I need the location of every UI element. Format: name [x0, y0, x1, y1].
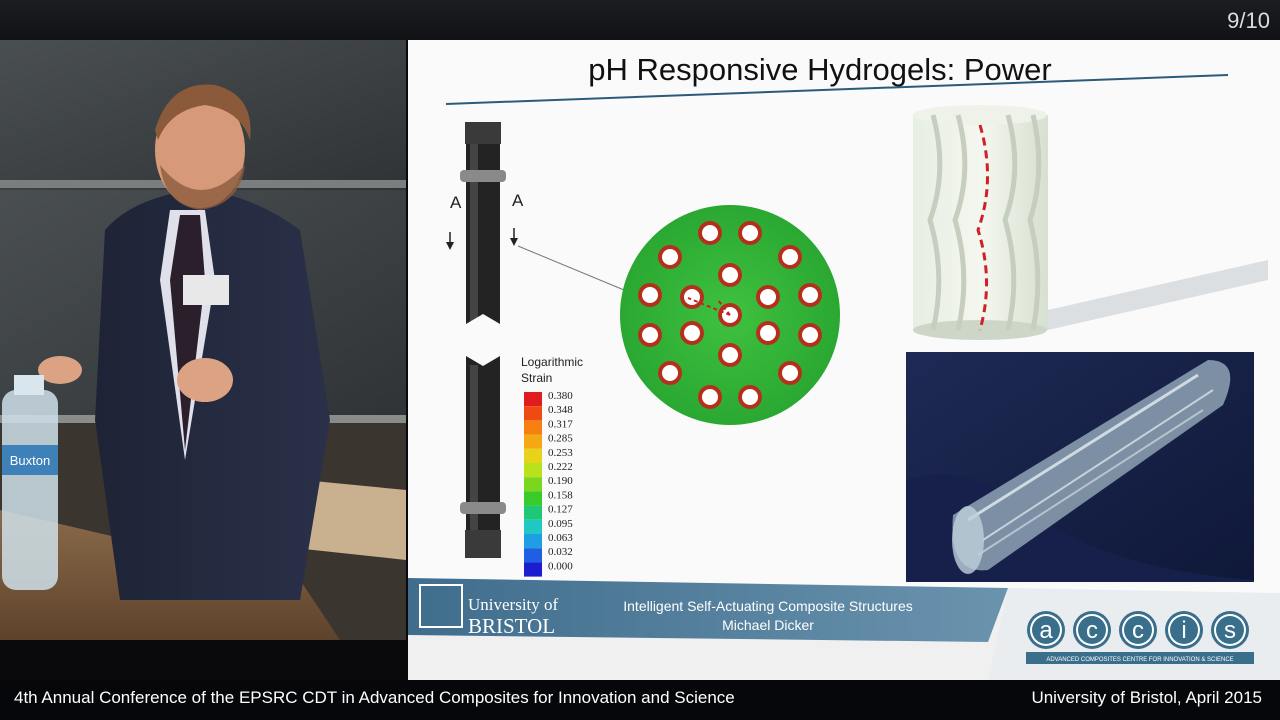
legend-swatch: [524, 448, 542, 463]
author-name: Michael Dicker: [722, 617, 814, 633]
venue-caption: University of Bristol, April 2015: [1031, 688, 1262, 707]
slide-counter: 9/10: [1227, 8, 1270, 33]
presentation-slide: pH Responsive Hydrogels: Power A A Logar…: [408, 40, 1280, 680]
accis-letter: s: [1224, 617, 1236, 644]
rod-bottom: [460, 356, 506, 558]
university-line2: BRISTOL: [468, 614, 555, 638]
legend-swatch: [524, 477, 542, 492]
accis-tagline: ADVANCED COMPOSITES CENTRE FOR INNOVATIO…: [1046, 657, 1233, 663]
accis-letter: i: [1181, 617, 1186, 644]
legend-value: 0.000: [548, 560, 573, 572]
hydrogel-photo: [906, 352, 1254, 582]
speaker-hand-left: [38, 356, 82, 384]
water-bottle: [2, 390, 58, 590]
legend-value: 0.253: [548, 447, 573, 459]
section-marker-right: A: [512, 191, 524, 210]
cylinder-render: [913, 105, 1268, 340]
legend-title-2: Strain: [521, 371, 552, 385]
legend-swatch: [524, 505, 542, 520]
legend-value: 0.285: [548, 433, 573, 445]
legend-swatch: [524, 519, 542, 534]
conference-caption: 4th Annual Conference of the EPSRC CDT i…: [14, 688, 735, 707]
legend-value: 0.032: [548, 546, 573, 558]
legend-swatch: [524, 562, 542, 577]
slide-canvas: pH Responsive Hydrogels: Power A A Logar…: [408, 52, 1280, 680]
legend-value: 0.095: [548, 518, 573, 530]
legend-value: 0.222: [548, 461, 573, 473]
accis-letter: c: [1132, 617, 1144, 644]
legend-swatch: [524, 463, 542, 478]
speaker-hand: [177, 358, 233, 402]
speaker-scene: Buxton: [0, 40, 406, 640]
project-title: Intelligent Self-Actuating Composite Str…: [623, 598, 912, 614]
legend-value: 0.317: [548, 418, 573, 430]
rod-top: [460, 122, 506, 330]
legend-swatch: [524, 420, 542, 435]
legend-swatch: [524, 491, 542, 506]
name-badge: [183, 275, 229, 305]
legend-value: 0.380: [548, 390, 573, 402]
legend-swatch: [524, 548, 542, 563]
bottle-label: Buxton: [10, 453, 50, 468]
legend-value: 0.190: [548, 475, 573, 487]
legend-value: 0.063: [548, 532, 573, 544]
strain-legend: 0.380 0.348 0.317 0.285 0.253 0.222 0.190 0.158…: [524, 390, 573, 577]
accis-letter: a: [1039, 617, 1053, 644]
speaker-video: Buxton: [0, 40, 406, 640]
legend-value: 0.158: [548, 489, 573, 501]
university-line1: University of: [468, 595, 559, 614]
legend-title-1: Logarithmic: [521, 355, 583, 369]
top-bar: 9/10: [0, 0, 1280, 40]
accis-letter: c: [1086, 617, 1098, 644]
section-marker-left: A: [450, 193, 462, 212]
legend-value: 0.127: [548, 504, 573, 516]
legend-swatch: [524, 534, 542, 549]
legend-swatch: [524, 434, 542, 449]
legend-swatch: [524, 392, 542, 407]
legend-swatch: [524, 406, 542, 421]
slide-title: pH Responsive Hydrogels: Power: [588, 52, 1052, 87]
legend-value: 0.348: [548, 404, 573, 416]
